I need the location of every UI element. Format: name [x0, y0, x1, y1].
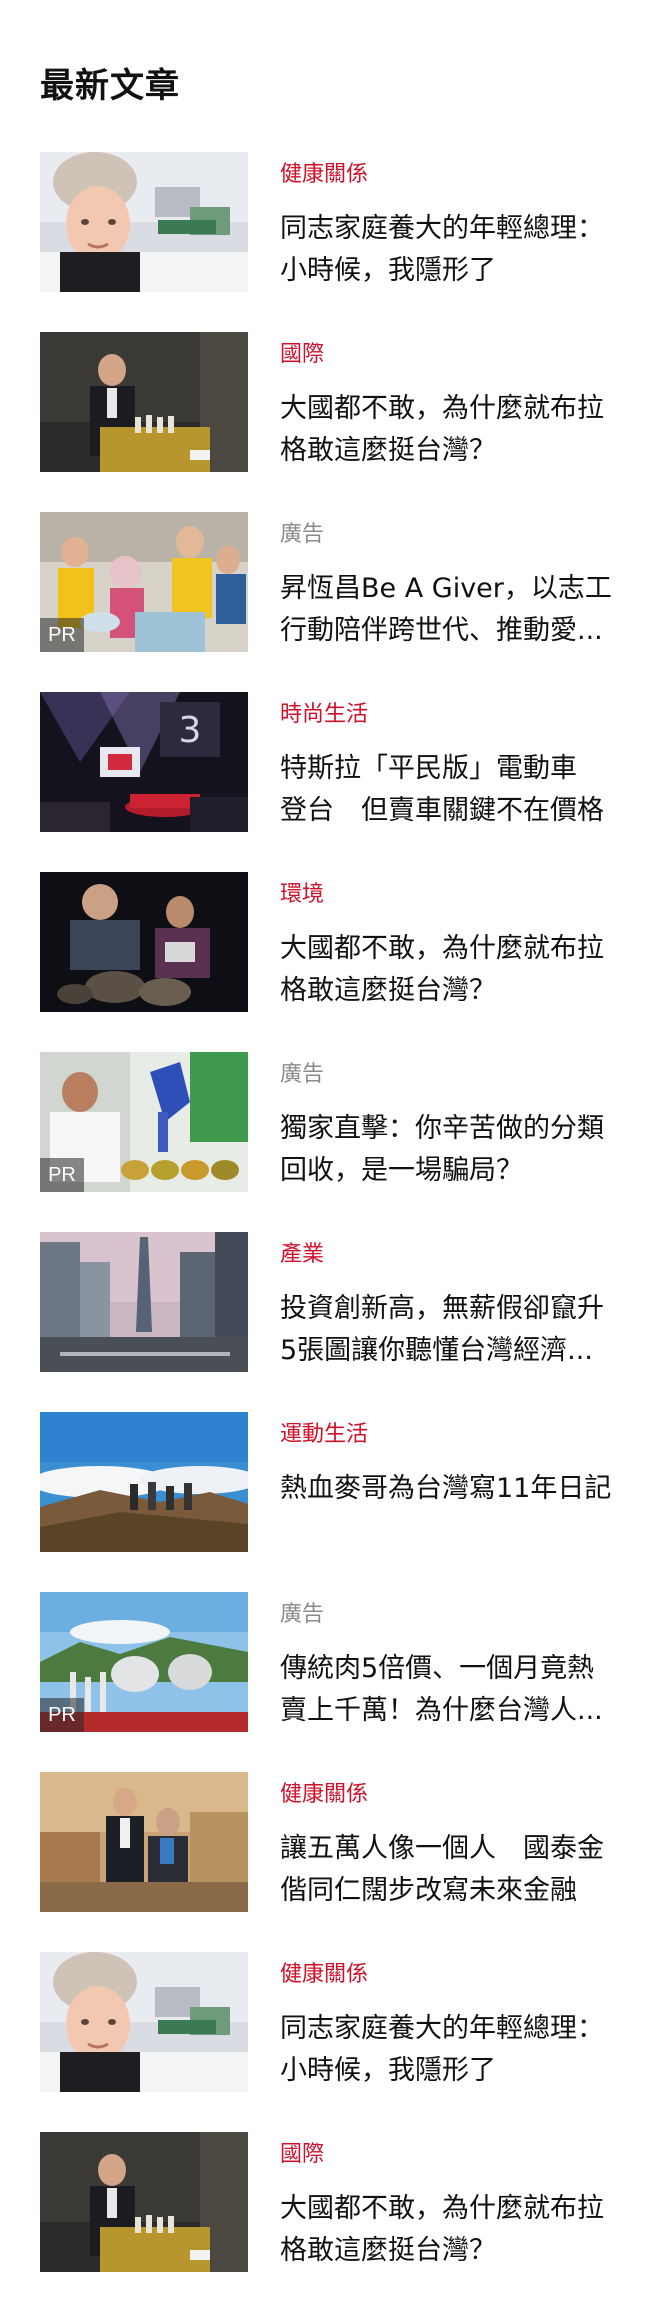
article-thumbnail[interactable] — [40, 1952, 248, 2092]
category-label[interactable]: 健康關係 — [280, 160, 620, 190]
article-title[interactable]: 昇恆昌Be A Giver，以志工 行動陪伴跨世代、推動愛... — [280, 568, 620, 652]
article-title-line: 賣上千萬！為什麼台灣人... — [280, 1695, 603, 1726]
article-item[interactable]: 3 時尚生活特斯拉「平民版」電動車 登台 但賣車關鍵不在價格 — [40, 692, 620, 872]
article-item[interactable]: 健康關係同志家庭養大的年輕總理： 小時候，我隱形了 — [40, 1952, 620, 2132]
article-title-line: 小時候，我隱形了 — [280, 2055, 496, 2086]
article-text: 運動生活熱血麥哥為台灣寫11年日記 — [280, 1412, 620, 1510]
thumbnail-image — [40, 332, 248, 472]
article-item[interactable]: 健康關係同志家庭養大的年輕總理： 小時候，我隱形了 — [40, 152, 620, 332]
article-thumbnail[interactable] — [40, 2132, 248, 2272]
ad-label[interactable]: 廣告 — [280, 1060, 620, 1090]
article-thumbnail[interactable]: PR — [40, 512, 248, 652]
article-text: 廣告昇恆昌Be A Giver，以志工 行動陪伴跨世代、推動愛... — [280, 512, 620, 652]
article-title-line: 昇恆昌Be A Giver，以志工 — [280, 573, 612, 604]
pr-badge: PR — [40, 1158, 84, 1192]
category-label[interactable]: 國際 — [280, 340, 620, 370]
article-title-line: 特斯拉「平民版」電動車 — [280, 753, 577, 784]
article-title[interactable]: 大國都不敢，為什麼就布拉 格敢這麼挺台灣？ — [280, 928, 620, 1012]
thumbnail-image — [40, 1232, 248, 1372]
thumbnail-image — [40, 1772, 248, 1912]
article-thumbnail[interactable] — [40, 1232, 248, 1372]
article-title-line: 傳統肉5倍價、一個月竟熱 — [280, 1653, 595, 1684]
category-label[interactable]: 環境 — [280, 880, 620, 910]
article-title-line: 5張圖讓你聽懂台灣經濟... — [280, 1335, 593, 1366]
category-label[interactable]: 國際 — [280, 2140, 620, 2170]
article-thumbnail[interactable] — [40, 872, 248, 1012]
thumbnail-image — [40, 1412, 248, 1552]
article-title-line: 行動陪伴跨世代、推動愛... — [280, 615, 603, 646]
thumbnail-image — [40, 152, 248, 292]
article-title[interactable]: 大國都不敢，為什麼就布拉 格敢這麼挺台灣？ — [280, 388, 620, 472]
article-title-line: 大國都不敢，為什麼就布拉 — [280, 2193, 604, 2224]
thumbnail-image — [40, 872, 248, 1012]
article-thumbnail[interactable]: PR — [40, 1052, 248, 1192]
article-text: 國際大國都不敢，為什麼就布拉 格敢這麼挺台灣？ — [280, 332, 620, 472]
article-title-line: 大國都不敢，為什麼就布拉 — [280, 393, 604, 424]
article-item[interactable]: 產業投資創新高，無薪假卻竄升 5張圖讓你聽懂台灣經濟... — [40, 1232, 620, 1412]
article-item[interactable]: PR 廣告傳統肉5倍價、一個月竟熱 賣上千萬！為什麼台灣人... — [40, 1592, 620, 1772]
article-thumbnail[interactable]: PR — [40, 1592, 248, 1732]
article-title[interactable]: 同志家庭養大的年輕總理： 小時候，我隱形了 — [280, 2008, 620, 2092]
article-item[interactable]: 國際大國都不敢，為什麼就布拉 格敢這麼挺台灣？ — [40, 332, 620, 512]
article-title-line: 登台 但賣車關鍵不在價格 — [280, 795, 604, 826]
article-title-line: 格敢這麼挺台灣？ — [280, 435, 496, 466]
article-item[interactable]: 國際大國都不敢，為什麼就布拉 格敢這麼挺台灣？ — [40, 2132, 620, 2312]
latest-articles-panel: 最新文章 健康關係 同志家庭養大的年輕總理： 小時候，我隱形了 國際 大國都不敢… — [0, 0, 660, 2314]
article-thumbnail[interactable] — [40, 1772, 248, 1912]
article-title[interactable]: 特斯拉「平民版」電動車 登台 但賣車關鍵不在價格 — [280, 748, 620, 832]
article-title[interactable]: 熱血麥哥為台灣寫11年日記 — [280, 1468, 620, 1510]
article-text: 國際大國都不敢，為什麼就布拉 格敢這麼挺台灣？ — [280, 2132, 620, 2272]
article-text: 環境大國都不敢，為什麼就布拉 格敢這麼挺台灣？ — [280, 872, 620, 1012]
article-title-line: 格敢這麼挺台灣？ — [280, 2235, 496, 2266]
thumbnail-image: 3 — [40, 692, 248, 832]
article-item[interactable]: 環境大國都不敢，為什麼就布拉 格敢這麼挺台灣？ — [40, 872, 620, 1052]
article-text: 健康關係讓五萬人像一個人 國泰金 偕同仁闊步改寫未來金融 — [280, 1772, 620, 1912]
article-title-line: 讓五萬人像一個人 國泰金 — [280, 1833, 604, 1864]
article-text: 產業投資創新高，無薪假卻竄升 5張圖讓你聽懂台灣經濟... — [280, 1232, 620, 1372]
article-title[interactable]: 同志家庭養大的年輕總理： 小時候，我隱形了 — [280, 208, 620, 292]
article-text: 健康關係同志家庭養大的年輕總理： 小時候，我隱形了 — [280, 152, 620, 292]
pr-badge: PR — [40, 618, 84, 652]
article-text: 廣告傳統肉5倍價、一個月竟熱 賣上千萬！為什麼台灣人... — [280, 1592, 620, 1732]
article-text: 廣告獨家直擊：你辛苦做的分類 回收，是一場騙局？ — [280, 1052, 620, 1192]
article-title-line: 投資創新高，無薪假卻竄升 — [280, 1293, 604, 1324]
article-item[interactable]: PR 廣告獨家直擊：你辛苦做的分類 回收，是一場騙局？ — [40, 1052, 620, 1232]
category-label[interactable]: 健康關係 — [280, 1960, 620, 1990]
article-text: 健康關係同志家庭養大的年輕總理： 小時候，我隱形了 — [280, 1952, 620, 2092]
article-title-line: 偕同仁闊步改寫未來金融 — [280, 1875, 577, 1906]
article-thumbnail[interactable] — [40, 152, 248, 292]
article-title[interactable]: 傳統肉5倍價、一個月竟熱 賣上千萬！為什麼台灣人... — [280, 1648, 620, 1732]
article-title-line: 獨家直擊：你辛苦做的分類 — [280, 1113, 604, 1144]
article-title-line: 回收，是一場騙局？ — [280, 1155, 523, 1186]
article-text: 時尚生活特斯拉「平民版」電動車 登台 但賣車關鍵不在價格 — [280, 692, 620, 832]
svg-text:3: 3 — [179, 710, 202, 751]
ad-label[interactable]: 廣告 — [280, 520, 620, 550]
ad-label[interactable]: 廣告 — [280, 1600, 620, 1630]
article-thumbnail[interactable]: 3 — [40, 692, 248, 832]
category-label[interactable]: 產業 — [280, 1240, 620, 1270]
article-thumbnail[interactable] — [40, 332, 248, 472]
article-title[interactable]: 獨家直擊：你辛苦做的分類 回收，是一場騙局？ — [280, 1108, 620, 1192]
article-title-line: 同志家庭養大的年輕總理： — [280, 213, 604, 244]
article-item[interactable]: 健康關係讓五萬人像一個人 國泰金 偕同仁闊步改寫未來金融 — [40, 1772, 620, 1952]
article-title-line: 小時候，我隱形了 — [280, 255, 496, 286]
article-list: 健康關係 同志家庭養大的年輕總理： 小時候，我隱形了 國際 大國都不敢，為什麼就布拉格… — [40, 152, 620, 2312]
article-thumbnail[interactable] — [40, 1412, 248, 1552]
thumbnail-image — [40, 2132, 248, 2272]
category-label[interactable]: 時尚生活 — [280, 700, 620, 730]
pr-badge: PR — [40, 1698, 84, 1732]
article-title-line: 同志家庭養大的年輕總理： — [280, 2013, 604, 2044]
article-title[interactable]: 大國都不敢，為什麼就布拉 格敢這麼挺台灣？ — [280, 2188, 620, 2272]
category-label[interactable]: 健康關係 — [280, 1780, 620, 1810]
section-heading: 最新文章 — [40, 66, 180, 106]
thumbnail-image — [40, 1952, 248, 2092]
article-title-line: 熱血麥哥為台灣寫11年日記 — [280, 1473, 612, 1504]
article-title[interactable]: 讓五萬人像一個人 國泰金 偕同仁闊步改寫未來金融 — [280, 1828, 620, 1912]
article-item[interactable]: 運動生活熱血麥哥為台灣寫11年日記 — [40, 1412, 620, 1592]
category-label[interactable]: 運動生活 — [280, 1420, 620, 1450]
article-item[interactable]: PR 廣告昇恆昌Be A Giver，以志工 行動陪伴跨世代、推動愛... — [40, 512, 620, 692]
article-title-line: 大國都不敢，為什麼就布拉 — [280, 933, 604, 964]
article-title[interactable]: 投資創新高，無薪假卻竄升 5張圖讓你聽懂台灣經濟... — [280, 1288, 620, 1372]
article-title-line: 格敢這麼挺台灣？ — [280, 975, 496, 1006]
